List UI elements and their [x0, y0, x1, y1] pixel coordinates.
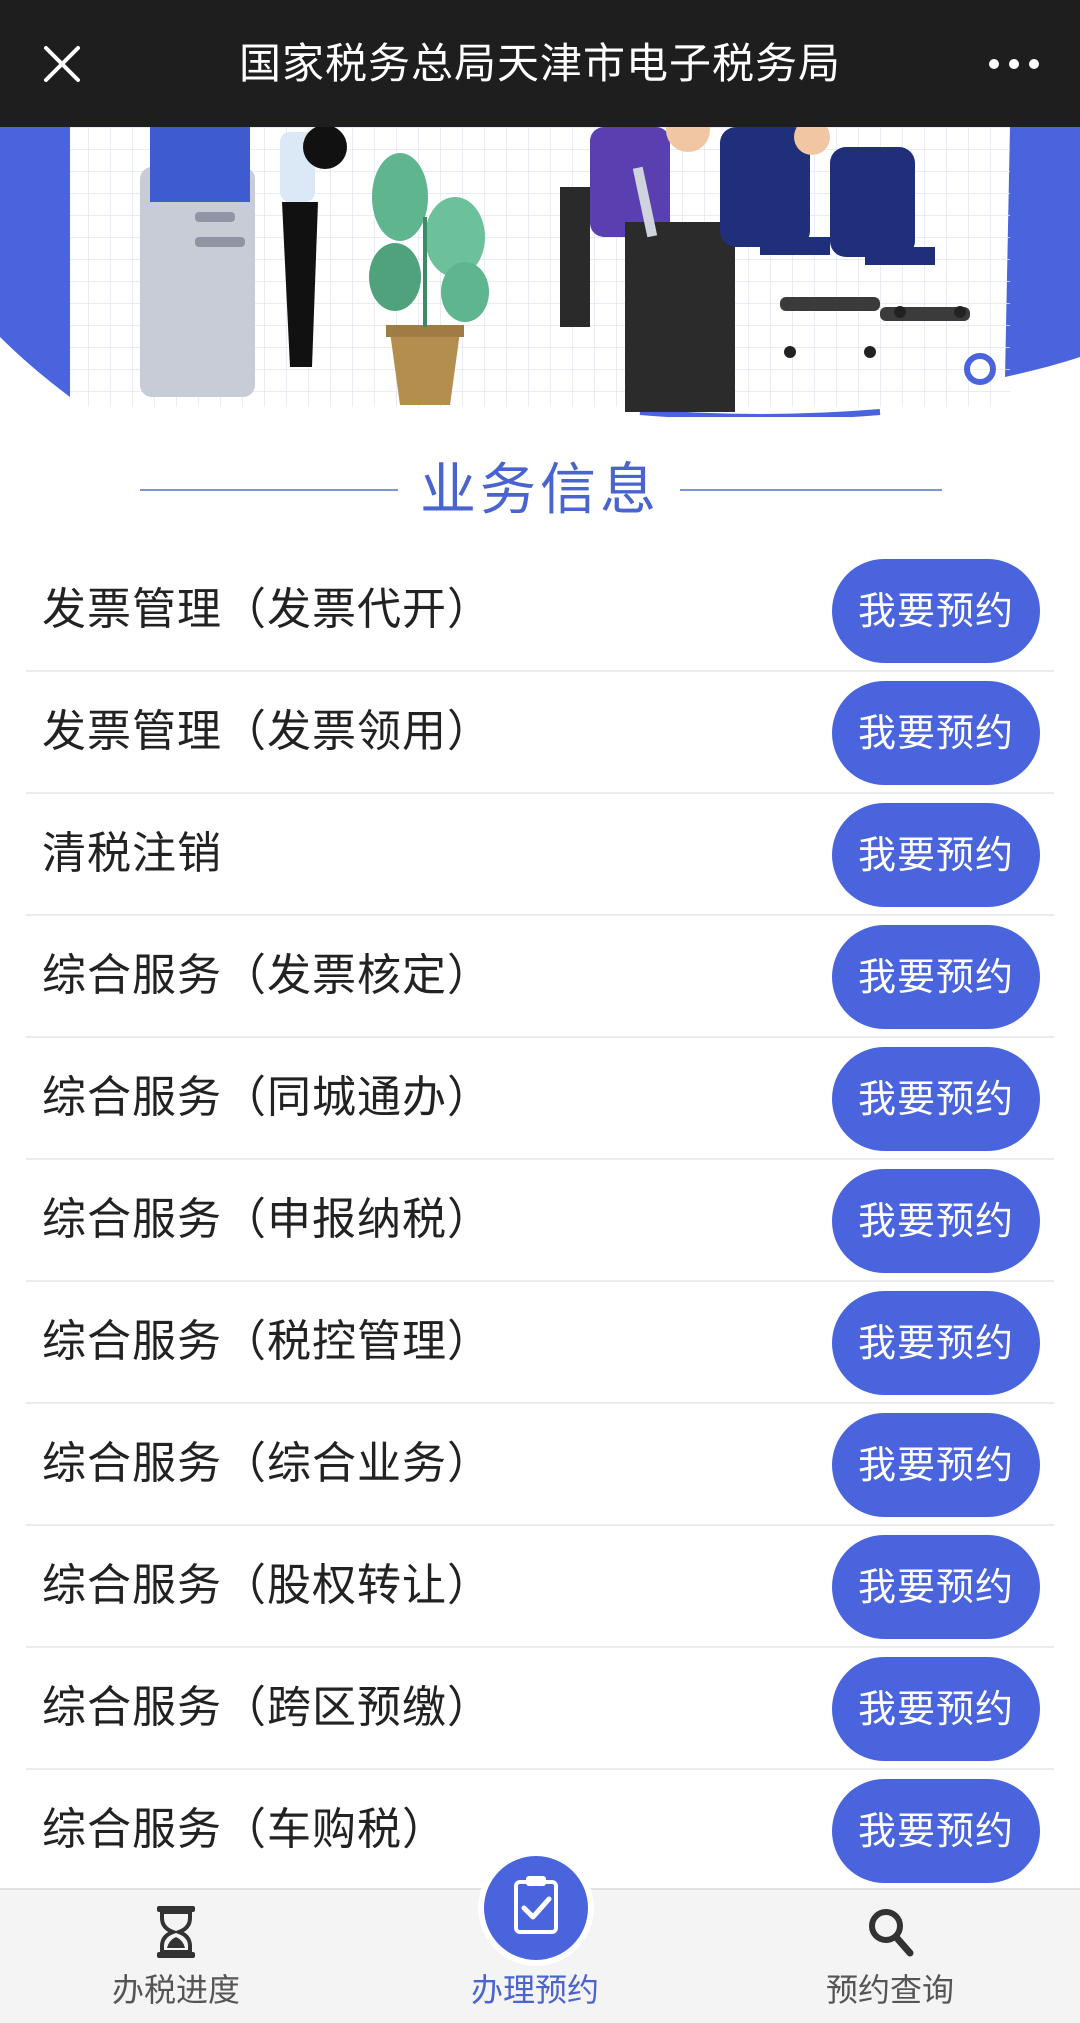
- service-name: 发票管理（发票领用）: [42, 706, 492, 757]
- service-name: 综合服务（综合业务）: [42, 1438, 492, 1489]
- service-name: 综合服务（车购税）: [42, 1804, 447, 1855]
- service-name: 综合服务（同城通办）: [42, 1072, 492, 1123]
- divider: [140, 489, 398, 491]
- reserve-button[interactable]: 我要预约: [832, 1047, 1040, 1151]
- list-item: 综合服务（同城通办） 我要预约: [26, 1038, 1054, 1160]
- banner-illustration: [0, 127, 1080, 417]
- list-item: 综合服务（申报纳税） 我要预约: [26, 1160, 1054, 1282]
- reserve-button[interactable]: 我要预约: [832, 1779, 1040, 1883]
- clipboard-check-icon: [484, 1856, 588, 1960]
- nav-item-progress[interactable]: 办税进度: [46, 1890, 306, 2023]
- nav-label: 办税进度: [111, 1971, 240, 2009]
- search-icon: [865, 1904, 915, 1960]
- page-title: 国家税务总局天津市电子税务局: [238, 39, 841, 88]
- hourglass-icon: [151, 1904, 201, 1960]
- service-list: 发票管理（发票代开） 我要预约 发票管理（发票领用） 我要预约 清税注销 我要预…: [0, 550, 1080, 1892]
- list-item: 发票管理（发票代开） 我要预约: [26, 550, 1054, 672]
- list-item: 综合服务（税控管理） 我要预约: [26, 1282, 1054, 1404]
- service-name: 发票管理（发票代开）: [42, 584, 492, 635]
- reserve-button[interactable]: 我要预约: [832, 681, 1040, 785]
- list-item: 综合服务（跨区预缴） 我要预约: [26, 1648, 1054, 1770]
- section-header: 业务信息: [0, 435, 1080, 545]
- divider: [680, 489, 942, 491]
- service-name: 清税注销: [42, 828, 222, 879]
- reserve-button[interactable]: 我要预约: [832, 559, 1040, 663]
- reserve-button[interactable]: 我要预约: [832, 1657, 1040, 1761]
- reserve-button[interactable]: 我要预约: [832, 1535, 1040, 1639]
- nav-item-appointment[interactable]: 办理预约: [405, 1856, 665, 2023]
- reserve-button[interactable]: 我要预约: [832, 1413, 1040, 1517]
- list-item: 综合服务（综合业务） 我要预约: [26, 1404, 1054, 1526]
- close-icon[interactable]: [38, 40, 86, 88]
- top-bar: 国家税务总局天津市电子税务局: [0, 0, 1080, 127]
- reserve-button[interactable]: 我要预约: [832, 1291, 1040, 1395]
- list-item: 综合服务（发票核定） 我要预约: [26, 916, 1054, 1038]
- section-title: 业务信息: [420, 458, 660, 523]
- nav-item-query[interactable]: 预约查询: [760, 1890, 1020, 2023]
- list-item: 发票管理（发票领用） 我要预约: [26, 672, 1054, 794]
- service-name: 综合服务（申报纳税）: [42, 1194, 492, 1245]
- reserve-button[interactable]: 我要预约: [832, 803, 1040, 907]
- service-name: 综合服务（股权转让）: [42, 1560, 492, 1611]
- bottom-nav: 办税进度 办理预约 预约查询: [0, 1856, 1080, 2023]
- reserve-button[interactable]: 我要预约: [832, 925, 1040, 1029]
- service-name: 综合服务（跨区预缴）: [42, 1682, 492, 1733]
- service-name: 综合服务（税控管理）: [42, 1316, 492, 1367]
- nav-label: 预约查询: [825, 1971, 954, 2009]
- nav-label: 办理预约: [470, 1971, 599, 2009]
- list-item: 综合服务（股权转让） 我要预约: [26, 1526, 1054, 1648]
- list-item: 清税注销 我要预约: [26, 794, 1054, 916]
- reserve-button[interactable]: 我要预约: [832, 1169, 1040, 1273]
- service-name: 综合服务（发票核定）: [42, 950, 492, 1001]
- more-icon[interactable]: [986, 46, 1042, 82]
